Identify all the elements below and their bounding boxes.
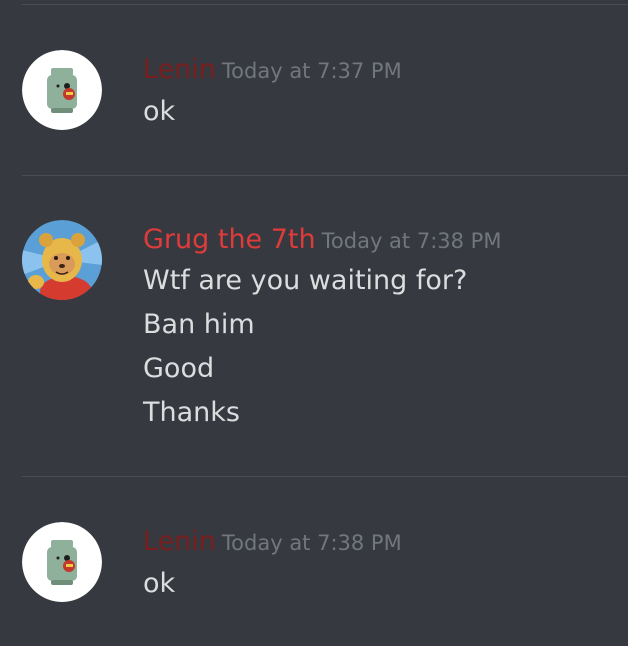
message-header: Lenin Today at 7:38 PM: [143, 526, 402, 557]
message-divider: [22, 175, 628, 176]
timestamp: Today at 7:37 PM: [221, 59, 402, 83]
message-text: Good: [143, 353, 215, 384]
chat-message-list: Lenin Today at 7:37 PM ok Grug the 7th T…: [0, 0, 628, 646]
timestamp: Today at 7:38 PM: [221, 531, 402, 555]
message-text: Ban him: [143, 309, 255, 340]
message-text: ok: [143, 568, 176, 599]
message-header: Lenin Today at 7:37 PM: [143, 54, 402, 85]
lego-head-avatar-icon[interactable]: [22, 522, 102, 602]
message-divider: [22, 476, 628, 477]
username[interactable]: Lenin: [143, 526, 216, 557]
message-text: Thanks: [143, 397, 240, 428]
message-divider: [22, 4, 628, 5]
username[interactable]: Grug the 7th: [143, 224, 316, 255]
message-text: Wtf are you waiting for?: [143, 265, 468, 296]
timestamp: Today at 7:38 PM: [321, 229, 502, 253]
message-header: Grug the 7th Today at 7:38 PM: [143, 224, 501, 255]
lego-head-avatar-icon[interactable]: [22, 50, 102, 130]
cartoon-bear-avatar-icon[interactable]: [22, 220, 102, 300]
message-text: ok: [143, 96, 176, 127]
username[interactable]: Lenin: [143, 54, 216, 85]
